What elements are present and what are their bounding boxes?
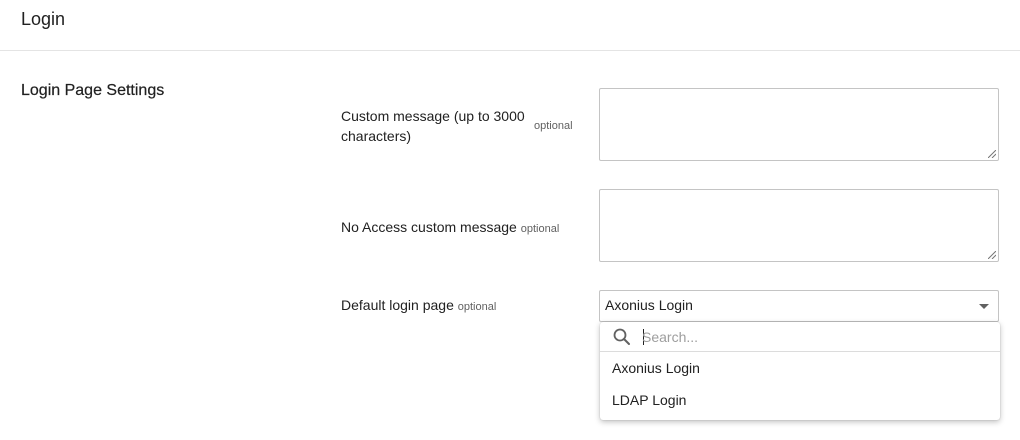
no-access-optional-tag: optional — [520, 223, 560, 235]
no-access-message-label: No Access custom message optional — [341, 217, 559, 239]
dropdown-search-input[interactable] — [642, 326, 982, 348]
resize-handle-icon[interactable] — [988, 150, 996, 158]
page-title: Login — [21, 9, 66, 29]
select-value: Axonius Login — [605, 297, 693, 313]
custom-message-optional-tag: optional — [534, 120, 573, 132]
default-login-optional-tag: optional — [457, 301, 497, 313]
dropdown-option-axonius-login[interactable]: Axonius Login — [600, 353, 1000, 385]
dropdown-arrow-icon[interactable] — [979, 304, 989, 309]
default-login-page-select[interactable]: Axonius Login — [599, 290, 999, 322]
resize-handle-icon[interactable] — [988, 251, 996, 259]
no-access-message-textarea[interactable] — [599, 189, 999, 262]
section-title: Login Page Settings — [21, 82, 165, 99]
default-login-page-label-text: Default login page — [341, 297, 454, 313]
option-label: Axonius Login — [612, 360, 700, 376]
page-header: Login — [0, 0, 1020, 51]
dropdown-menu: Axonius Login LDAP Login — [600, 322, 1000, 420]
no-access-message-label-text: No Access custom message — [341, 219, 517, 235]
custom-message-label: Custom message (up to 3000 characters) — [341, 108, 525, 144]
option-label: LDAP Login — [612, 392, 687, 408]
dropdown-search — [600, 322, 1000, 352]
default-login-page-label: Default login page optional — [341, 295, 496, 317]
search-icon — [613, 328, 630, 345]
dropdown-option-ldap-login[interactable]: LDAP Login — [600, 385, 1000, 417]
custom-message-textarea[interactable] — [599, 88, 999, 161]
